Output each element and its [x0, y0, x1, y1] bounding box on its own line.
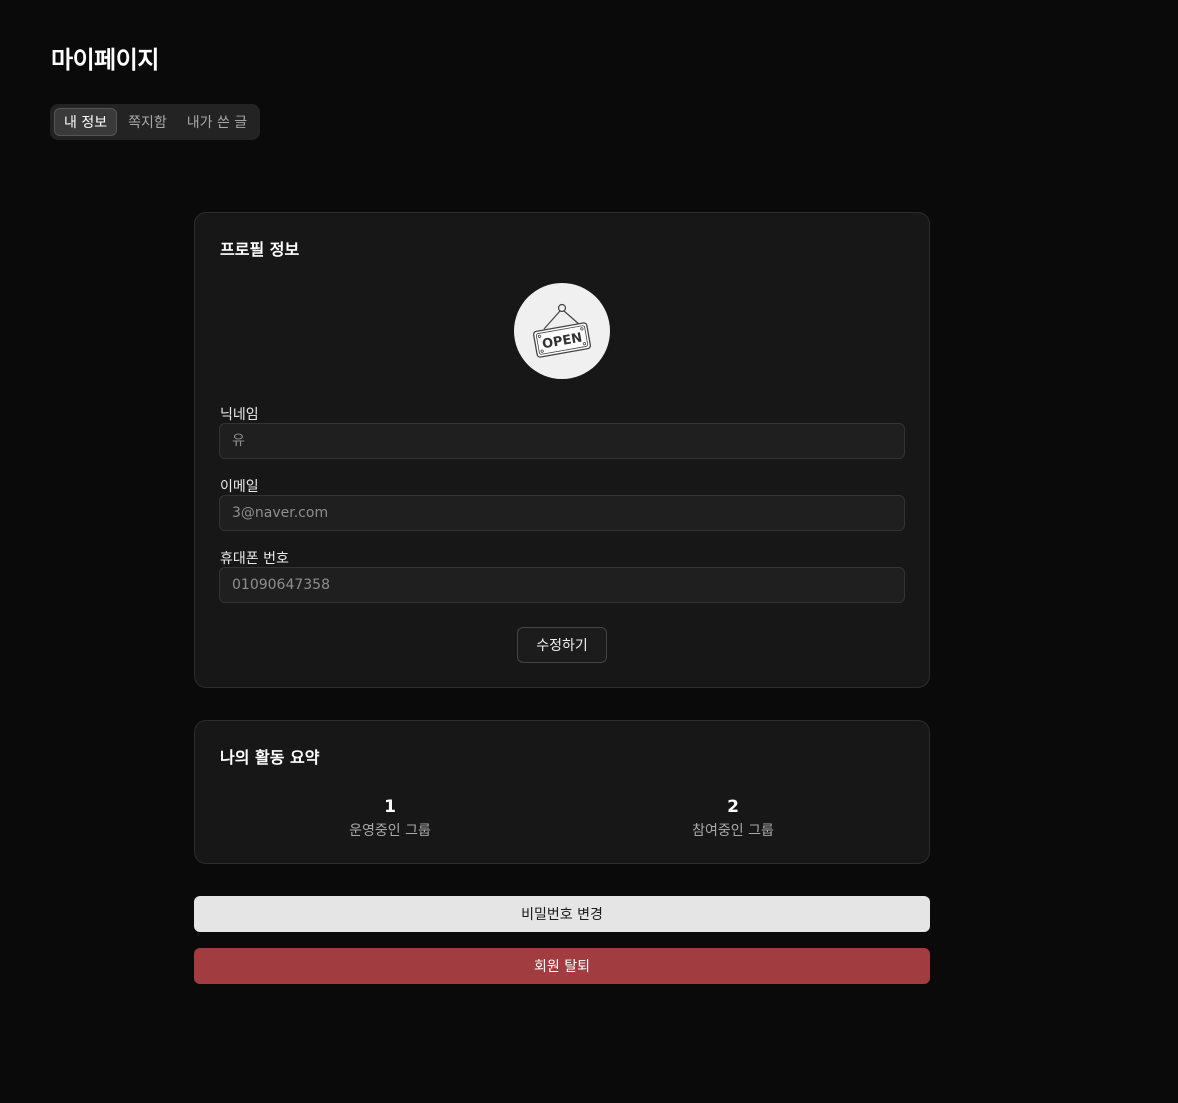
avatar[interactable]: OPEN: [514, 283, 610, 379]
stat-joined-groups: 2 참여중인 그룹: [633, 797, 833, 840]
change-password-button[interactable]: 비밀번호 변경: [194, 896, 930, 932]
stat-label: 운영중인 그룹: [349, 823, 431, 839]
email-field[interactable]: [219, 495, 905, 531]
tab-bar: 내 정보 쪽지함 내가 쓴 글: [50, 104, 261, 140]
stat-managed-groups: 1 운영중인 그룹: [290, 797, 490, 840]
edit-profile-button[interactable]: 수정하기: [517, 627, 607, 663]
stat-label: 참여중인 그룹: [692, 823, 774, 839]
tab-my-info[interactable]: 내 정보: [54, 108, 118, 136]
phone-label: 휴대폰 번호: [220, 551, 289, 567]
email-label: 이메일: [220, 479, 259, 495]
nickname-label: 닉네임: [220, 407, 259, 423]
activity-card: 나의 활동 요약 1 운영중인 그룹 2 참여중인 그룹: [194, 720, 930, 864]
open-sign-icon: OPEN: [532, 303, 592, 358]
activity-card-title: 나의 활동 요약: [220, 748, 320, 767]
page-title: 마이페이지: [51, 46, 159, 74]
stat-value: 1: [384, 797, 396, 817]
phone-field[interactable]: [219, 567, 905, 603]
tab-messages[interactable]: 쪽지함: [119, 108, 176, 136]
profile-card-title: 프로필 정보: [220, 240, 300, 259]
nickname-field[interactable]: [219, 423, 905, 459]
withdraw-button[interactable]: 회원 탈퇴: [194, 948, 930, 984]
profile-card: 프로필 정보 OPEN 닉네임 이메일 휴대폰 번호: [194, 212, 930, 688]
tab-my-posts[interactable]: 내가 쓴 글: [178, 108, 256, 136]
stat-value: 2: [727, 797, 739, 817]
mypage: 마이페이지 내 정보 쪽지함 내가 쓴 글 프로필 정보 OPEN 닉네임 유 …: [0, 0, 1178, 1103]
